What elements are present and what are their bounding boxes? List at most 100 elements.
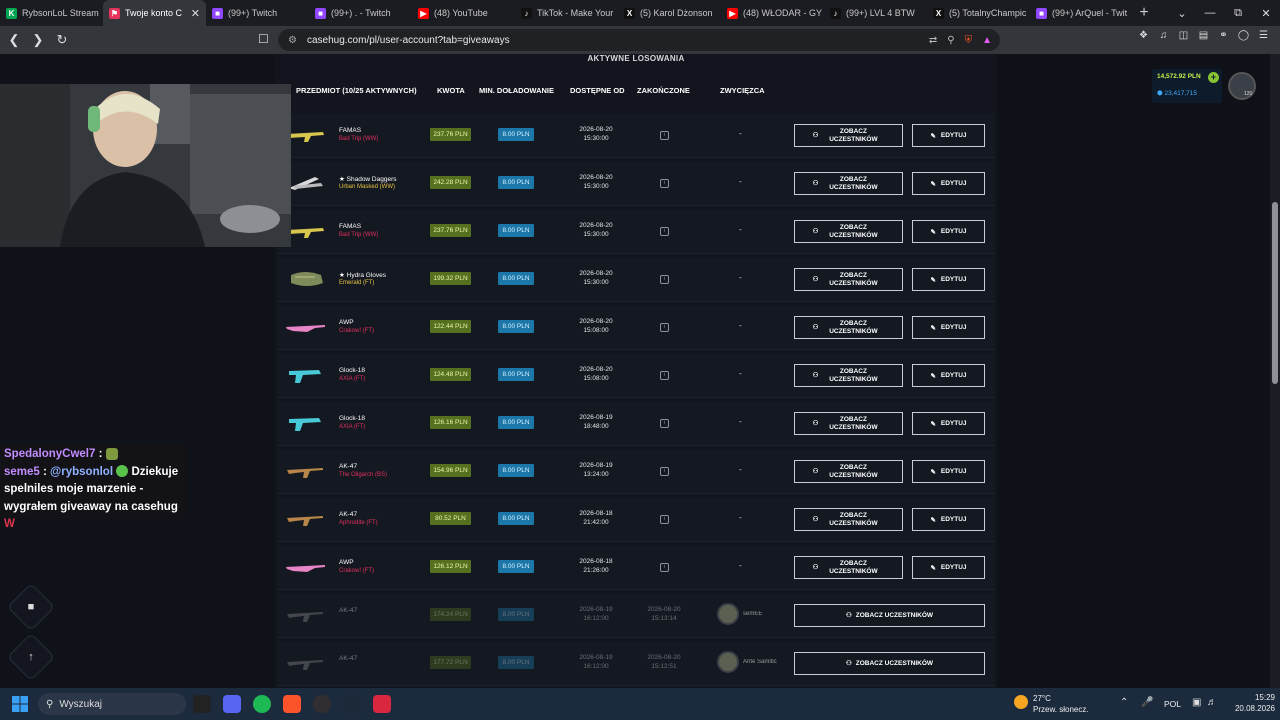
brave-rewards-icon[interactable]: ▲ — [982, 35, 992, 46]
see-participants-button[interactable]: ⚇ ZOBACZ UCZESTNIKÓW — [794, 556, 903, 579]
header-item: PRZEDMIOT (10/25 AKTYWNYCH) — [296, 86, 417, 95]
close-window-icon[interactable]: ✕ — [1252, 7, 1280, 20]
browser-tab[interactable]: ⚑ Twoje konto C ✕ — [103, 0, 206, 26]
forward-icon[interactable]: ❯ — [28, 32, 48, 48]
tab-search-icon[interactable]: ⌄ — [1168, 7, 1196, 20]
back-icon[interactable]: ❮ — [4, 32, 24, 48]
pencil-icon: ✎ — [930, 324, 936, 332]
shield-icon[interactable]: ◯ — [1237, 30, 1250, 43]
minimize-icon[interactable]: — — [1196, 7, 1224, 19]
edit-button[interactable]: ✎ EDYTUJ — [912, 268, 985, 291]
zoom-icon[interactable]: ⚲ — [947, 35, 954, 46]
browser-tab[interactable]: ♪ TikTok - Make Your — [515, 0, 618, 26]
page-scrollbar[interactable] — [1270, 54, 1280, 688]
see-participants-button[interactable]: ⚇ ZOBACZ UCZESTNIKÓW — [794, 220, 903, 243]
brave-shield-icon[interactable]: ⛨ — [965, 35, 973, 46]
browser-tab[interactable]: ▶ (48) YouTube — [412, 0, 515, 26]
browser-tab[interactable]: K RybsonLoL Stream — [0, 0, 103, 26]
clock[interactable]: 15:29 20.08.2026 — [1225, 693, 1275, 714]
discord-icon[interactable] — [223, 695, 241, 713]
translate-icon[interactable]: ⇄ — [929, 35, 937, 46]
obs-icon[interactable] — [313, 695, 331, 713]
browser-tab[interactable]: ■ (99+) ArQuel - Twit — [1030, 0, 1133, 26]
edit-button[interactable]: ✎ EDYTUJ — [912, 412, 985, 435]
deposit-plus-button[interactable]: + — [1208, 72, 1219, 83]
browser-tab[interactable]: X (5) TotalnyChampic — [927, 0, 1030, 26]
winner[interactable]: semEE — [717, 603, 762, 625]
button-label: EDYTUJ — [940, 180, 967, 187]
extensions-icon[interactable]: ❖ — [1137, 30, 1150, 43]
edit-button[interactable]: ✎ EDYTUJ — [912, 316, 985, 339]
available-from: 2026-08-18 21:42:00 — [567, 510, 625, 527]
user-level: 120 — [1244, 91, 1253, 97]
browser-tab[interactable]: ▶ (48) WŁODAR - GY — [721, 0, 824, 26]
table-row-ended: AK-47 174.24 PLN 8.00 PLN 2026-08-19 16:12:0… — [277, 594, 995, 638]
windows-start-icon[interactable] — [12, 696, 28, 712]
tab-favicon-icon: ■ — [315, 7, 326, 19]
see-participants-button[interactable]: ⚇ ZOBACZ UCZESTNIKÓW — [794, 124, 903, 147]
scrollbar-thumb[interactable] — [1272, 202, 1278, 384]
taskbar-search[interactable]: ⚲ Wyszukaj — [38, 693, 186, 715]
see-participants-button[interactable]: ⚇ ZOBACZ UCZESTNIKÓW — [794, 364, 903, 387]
button-label: ZOBACZ UCZESTNIKÓW — [855, 611, 934, 619]
see-participants-button[interactable]: ⚇ ZOBACZ UCZESTNIKÓW — [794, 412, 903, 435]
url-input[interactable]: ⚙ casehug.com/pl/user-account?tab=giveaw… — [278, 29, 1000, 51]
tab-label: (5) Karol Dżonson — [640, 8, 713, 18]
mic-icon[interactable]: 🎤 — [1141, 697, 1153, 708]
edit-button[interactable]: ✎ EDYTUJ — [912, 124, 985, 147]
site-info-icon[interactable]: ⚙ — [288, 35, 297, 46]
weather-widget[interactable]: 27°C Przew. słonecz. — [1014, 692, 1094, 716]
available-from: 2026-08-19 18:48:00 — [567, 414, 625, 431]
available-from: 2026-08-20 15:30:00 — [567, 270, 625, 287]
sun-icon — [1014, 695, 1028, 709]
app-red-icon[interactable] — [373, 695, 391, 713]
wallet-icon[interactable]: ▤ — [1197, 30, 1210, 43]
see-participants-button[interactable]: ⚇ ZOBACZ UCZESTNIKÓW — [794, 268, 903, 291]
brave-icon[interactable] — [283, 695, 301, 713]
see-participants-button[interactable]: ⚇ ZOBACZ UCZESTNIKÓW — [794, 460, 903, 483]
spotify-icon[interactable] — [253, 695, 271, 713]
edit-button[interactable]: ✎ EDYTUJ — [912, 556, 985, 579]
tab-close-icon[interactable]: ✕ — [191, 7, 200, 20]
table-row: ★ Shadow Daggers Urban Masked (WW) 242.28 … — [277, 162, 995, 206]
reload-icon[interactable]: ↻ — [52, 32, 72, 48]
edit-button[interactable]: ✎ EDYTUJ — [912, 508, 985, 531]
item-name: AK-47 — [339, 607, 358, 614]
music-icon[interactable]: ♫ — [1157, 30, 1170, 43]
edit-button[interactable]: ✎ EDYTUJ — [912, 172, 985, 195]
weather-desc: Przew. słonecz. — [1033, 705, 1089, 714]
restore-icon[interactable]: ⧉ — [1224, 7, 1252, 20]
item-image — [287, 516, 323, 526]
sidebar-icon[interactable]: ◫ — [1177, 30, 1190, 43]
see-participants-button[interactable]: ⚇ ZOBACZ UCZESTNIKÓW — [794, 316, 903, 339]
webcam-image — [0, 84, 291, 247]
browser-tab[interactable]: ♪ (99+) LVL 4 BTW — [824, 0, 927, 26]
button-label: ZOBACZ UCZESTNIKÓW — [829, 367, 878, 383]
browser-tab[interactable]: ■ (99+) . - Twitch — [309, 0, 412, 26]
see-participants-button[interactable]: ⚇ ZOBACZ UCZESTNIKÓW — [794, 172, 903, 195]
network-icon[interactable]: ▣ — [1192, 697, 1201, 708]
table-row: AK-47 Aphrodite (FT) 80.52 PLN 8.00 PLN 2026… — [277, 498, 995, 542]
bookmark-icon[interactable]: ☐ — [258, 32, 269, 46]
tab-favicon-icon: ■ — [212, 7, 223, 19]
winner-name: semEE — [743, 611, 763, 617]
tray-chevron-icon[interactable]: ⌃ — [1120, 697, 1128, 708]
button-label: EDYTUJ — [940, 228, 967, 235]
browser-tab[interactable]: X (5) Karol Dżonson — [618, 0, 721, 26]
menu-icon[interactable]: ☰ — [1257, 30, 1270, 43]
cs2-icon[interactable] — [193, 695, 211, 713]
winner[interactable]: Ante Samitić — [717, 651, 777, 673]
see-participants-button[interactable]: ⚇ ZOBACZ UCZESTNIKÓW — [794, 604, 985, 627]
vpn-icon[interactable]: ⚭ — [1217, 30, 1230, 43]
language-indicator[interactable]: POL — [1164, 699, 1181, 709]
see-participants-button[interactable]: ⚇ ZOBACZ UCZESTNIKÓW — [794, 508, 903, 531]
new-tab-icon[interactable]: + — [1133, 4, 1155, 22]
edit-button[interactable]: ✎ EDYTUJ — [912, 220, 985, 243]
edit-button[interactable]: ✎ EDYTUJ — [912, 364, 985, 387]
volume-icon[interactable]: ♬ — [1207, 697, 1217, 708]
see-participants-button[interactable]: ⚇ ZOBACZ UCZESTNIKÓW — [794, 652, 985, 675]
ended-status-icon: i — [660, 323, 669, 332]
edit-button[interactable]: ✎ EDYTUJ — [912, 460, 985, 483]
steam-icon[interactable] — [343, 695, 361, 713]
browser-tab[interactable]: ■ (99+) Twitch — [206, 0, 309, 26]
